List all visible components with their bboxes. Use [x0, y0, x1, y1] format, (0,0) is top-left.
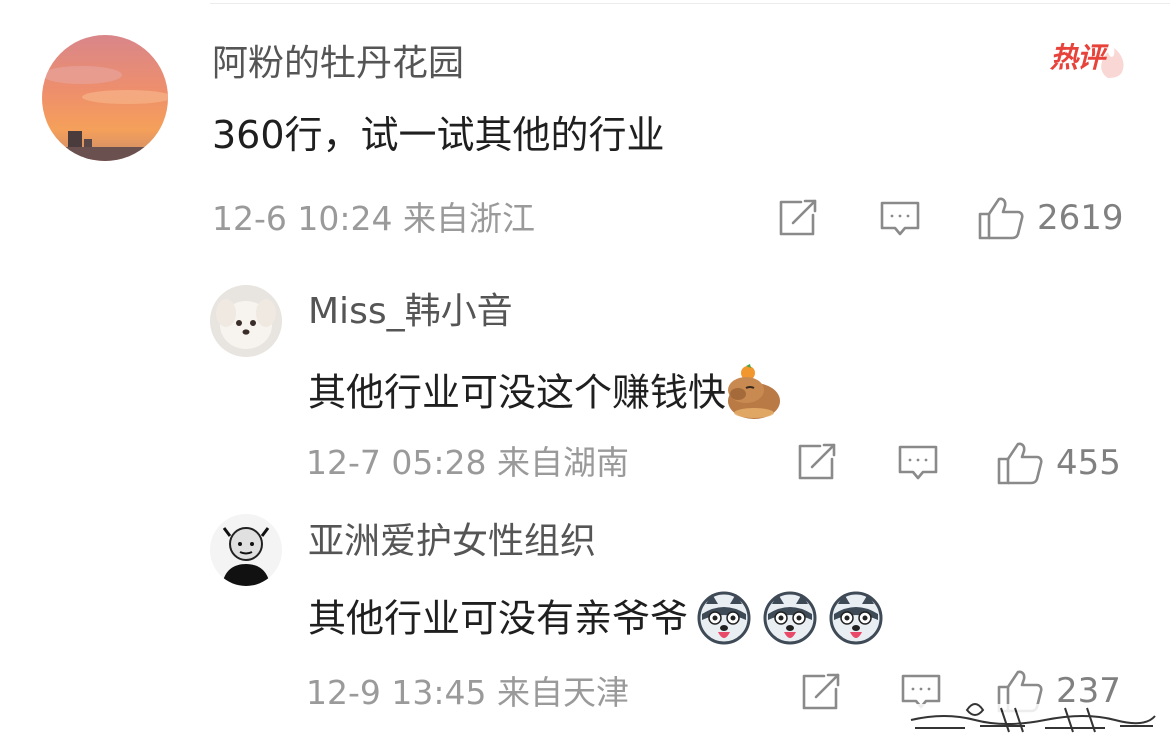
reply-text: 其他行业可没有亲爷爷	[308, 590, 884, 652]
avatar[interactable]	[210, 285, 282, 357]
avatar[interactable]	[210, 514, 282, 586]
like-count: 2619	[1037, 198, 1124, 238]
husky-emoji-icon	[696, 590, 752, 652]
comment-author[interactable]: 阿粉的牡丹花园	[212, 46, 464, 82]
dog-avatar-image	[210, 285, 282, 357]
comment-icon	[880, 201, 920, 236]
sunset-avatar-image	[42, 35, 168, 161]
husky-emoji-icon	[828, 590, 884, 652]
reply-meta: 12-9 13:45 来自天津	[306, 673, 629, 712]
reply-meta: 12-7 05:28 来自湖南	[306, 443, 629, 482]
watermark	[905, 690, 1160, 740]
thumbs-up-icon	[997, 442, 1043, 485]
reply-button[interactable]	[879, 199, 921, 243]
comment-icon	[898, 445, 938, 480]
reply-text-body: 其他行业可没有亲爷爷	[308, 596, 689, 641]
like-button[interactable]: 455	[996, 440, 1121, 486]
hot-comment-badge: 热评	[1050, 32, 1128, 82]
like-button[interactable]: 2619	[977, 195, 1124, 241]
capybara-emoji-icon	[726, 363, 782, 427]
share-icon	[779, 199, 817, 236]
reply-button[interactable]	[897, 443, 939, 487]
reply-author[interactable]: Miss_韩小音	[308, 294, 513, 330]
husky-emoji-icon	[762, 590, 818, 652]
like-count: 455	[1056, 443, 1121, 483]
repost-button[interactable]	[796, 442, 838, 486]
reply-author[interactable]: 亚洲爱护女性组织	[308, 524, 596, 560]
hot-badge-label: 热评	[1050, 41, 1105, 74]
share-icon	[802, 673, 840, 710]
avatar[interactable]	[42, 35, 168, 161]
comment-text: 360行，试一试其他的行业	[212, 113, 665, 157]
reply-text-body: 其他行业可没这个赚钱快	[308, 370, 727, 415]
thumbs-up-icon	[978, 197, 1024, 240]
sketch-character-avatar-image	[210, 514, 282, 586]
reply-text: 其他行业可没这个赚钱快	[308, 363, 782, 427]
repost-button[interactable]	[777, 198, 819, 242]
comment-meta: 12-6 10:24 来自浙江	[212, 199, 535, 238]
share-icon	[798, 443, 836, 480]
repost-button[interactable]	[800, 672, 842, 716]
top-divider	[210, 3, 1170, 4]
